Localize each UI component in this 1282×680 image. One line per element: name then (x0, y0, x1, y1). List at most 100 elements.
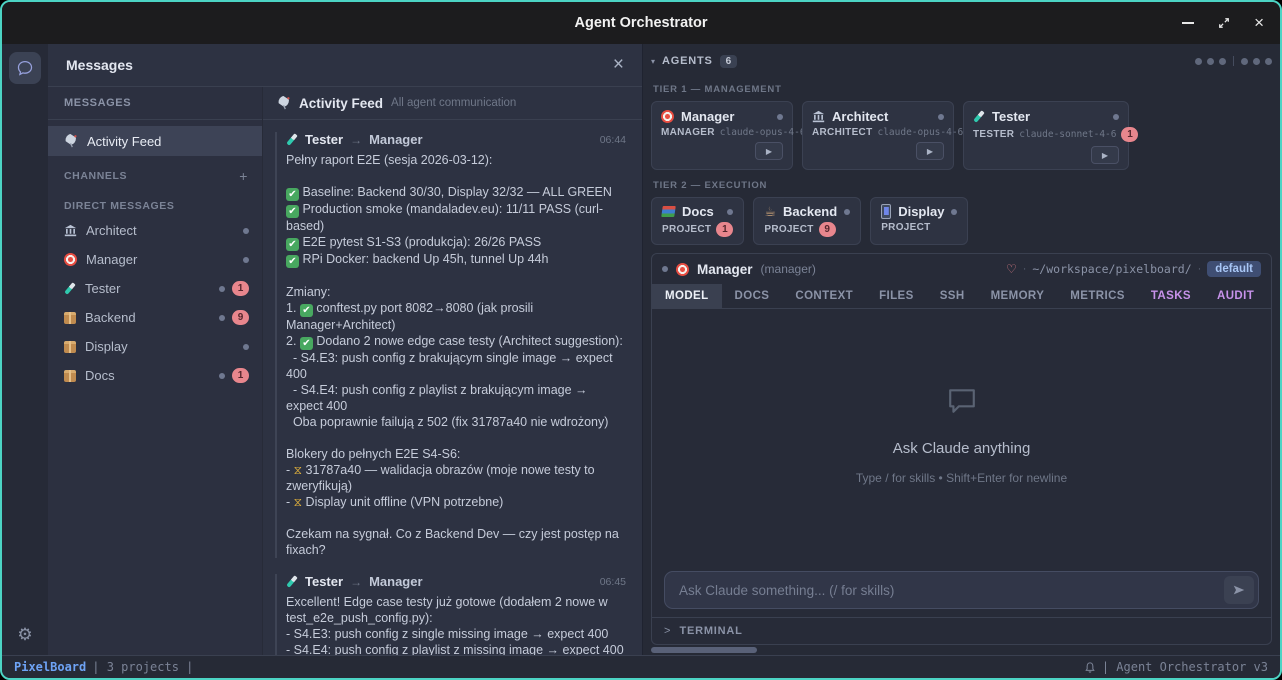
classical-building-icon (812, 110, 825, 123)
messages-rail-button[interactable] (9, 52, 41, 84)
status-dot (727, 209, 733, 215)
unread-badge: 1 (232, 368, 249, 383)
play-button[interactable]: ▶ (1091, 146, 1119, 164)
agent-role: ARCHITECT (812, 127, 872, 138)
agent-card-docs[interactable]: Docs PROJECT 1 (651, 197, 744, 245)
agent-name: Backend (783, 204, 837, 219)
unread-badge: 1 (1121, 127, 1138, 142)
play-button[interactable]: ▶ (916, 142, 944, 160)
titlebar: Agent Orchestrator × (2, 2, 1280, 44)
console-tabs: MODEL DOCS CONTEXT FILES SSH MEMORY METR… (652, 284, 1271, 309)
empty-state-title: Ask Claude anything (893, 440, 1031, 457)
agent-card-display[interactable]: Display PROJECT (870, 197, 968, 245)
messages-sidebar: MESSAGES Activity Feed CHANNELS + DIRECT… (48, 87, 263, 655)
prompt-input[interactable] (664, 571, 1259, 609)
sidebar-item-manager[interactable]: Manager (48, 245, 262, 274)
agent-card-manager[interactable]: Manager MANAGER claude-opus-4-6 ▶ (651, 101, 793, 170)
agents-label: AGENTS (662, 55, 713, 67)
sidebar-item-label: Architect (86, 223, 137, 238)
sidebar-item-backend[interactable]: Backend 9 (48, 303, 262, 332)
messages-close-button[interactable]: × (613, 54, 624, 76)
arrow-icon: → (350, 575, 362, 589)
direct-messages-label: DIRECT MESSAGES (64, 200, 175, 212)
app-window: Agent Orchestrator × ⚙ Messages × (0, 0, 1282, 680)
status-bar: PixelBoard | 3 projects | | Agent Orches… (2, 655, 1280, 678)
version-label: | Agent Orchestrator v3 (1102, 660, 1268, 674)
agents-status-dots (1195, 56, 1272, 66)
classical-building-icon (64, 224, 77, 237)
tab-audit[interactable]: AUDIT (1204, 284, 1267, 308)
package-icon (64, 370, 76, 382)
agent-name: Architect (832, 109, 888, 124)
sidebar-item-architect[interactable]: Architect (48, 216, 262, 245)
sidebar-channels-section: CHANNELS + (48, 156, 262, 188)
activity-feed: Activity Feed All agent communication Te… (263, 87, 642, 655)
tab-memory[interactable]: MEMORY (978, 284, 1058, 308)
agent-model: claude-opus-4-6 (877, 127, 963, 138)
status-dot (777, 114, 783, 120)
bell-icon[interactable] (1084, 661, 1096, 674)
horizontal-scrollbar[interactable] (651, 645, 1272, 655)
sidebar-item-label: Tester (85, 281, 120, 296)
sidebar-item-activity-feed[interactable]: Activity Feed (48, 126, 262, 156)
satellite-dish-icon (64, 134, 78, 148)
test-tube-icon (286, 133, 297, 146)
tab-ssh[interactable]: SSH (927, 284, 978, 308)
scrollbar-thumb[interactable] (651, 647, 757, 653)
status-dot (219, 373, 225, 379)
add-channel-button[interactable]: + (239, 168, 248, 184)
feed-message-list[interactable]: Tester → Manager 06:44 Pełny raport E2E … (263, 120, 642, 655)
console-agent-role: (manager) (761, 262, 816, 276)
settings-button[interactable]: ⚙ (17, 625, 32, 645)
tab-context[interactable]: CONTEXT (782, 284, 866, 308)
workspace-path: ~/workspace/pixelboard/ (1032, 262, 1191, 276)
unread-badge: 1 (232, 281, 249, 296)
prompt-input-area (652, 563, 1271, 617)
agent-model: claude-sonnet-4-6 (1019, 129, 1116, 140)
tab-docs[interactable]: DOCS (722, 284, 783, 308)
agent-role: MANAGER (661, 127, 715, 138)
sidebar-item-label: Manager (86, 252, 137, 267)
chat-bubble-icon (947, 388, 977, 414)
chevron-right-icon: > (664, 625, 670, 637)
tier2-label: TIER 2 — EXECUTION (653, 180, 1270, 191)
send-button[interactable] (1224, 576, 1254, 604)
agents-header[interactable]: ▾ AGENTS 6 (651, 48, 1272, 74)
profile-badge[interactable]: default (1207, 261, 1261, 277)
status-dot (243, 344, 249, 350)
close-button[interactable]: × (1254, 13, 1264, 33)
sidebar-item-label: Docs (85, 368, 115, 383)
separator-dot: · (1023, 263, 1027, 275)
terminal-section[interactable]: > TERMINAL (652, 617, 1271, 644)
status-dot (1113, 114, 1119, 120)
agent-card-tester[interactable]: Tester TESTER claude-sonnet-4-6 1 ▶ (963, 101, 1129, 170)
maximize-button[interactable] (1218, 17, 1230, 29)
gear-icon: ⚙ (17, 625, 32, 644)
app-name: PixelBoard (14, 660, 86, 674)
sidebar-item-docs[interactable]: Docs 1 (48, 361, 262, 390)
agent-model: claude-opus-4-6 (720, 127, 806, 138)
tier2-cards: Docs PROJECT 1 ☕ Backend PROJECT 9 Displ… (651, 197, 1272, 245)
target-icon (64, 253, 77, 266)
minimize-button[interactable] (1182, 22, 1194, 24)
agent-card-architect[interactable]: Architect ARCHITECT claude-opus-4-6 ▶ (802, 101, 954, 170)
tab-model[interactable]: MODEL (652, 284, 722, 308)
tab-files[interactable]: FILES (866, 284, 927, 308)
play-button[interactable]: ▶ (755, 142, 783, 160)
tier1-cards: Manager MANAGER claude-opus-4-6 ▶ Archit… (651, 101, 1272, 170)
sidebar-item-display[interactable]: Display (48, 332, 262, 361)
mobile-phone-icon (881, 204, 891, 219)
tab-tasks[interactable]: TASKS (1138, 284, 1204, 308)
test-tube-icon (973, 110, 984, 123)
satellite-dish-icon (277, 96, 291, 110)
sidebar-item-label: Activity Feed (87, 134, 161, 149)
tab-metrics[interactable]: METRICS (1057, 284, 1138, 308)
agent-card-backend[interactable]: ☕ Backend PROJECT 9 (753, 197, 861, 245)
package-icon (64, 312, 76, 324)
sidebar-item-tester[interactable]: Tester 1 (48, 274, 262, 303)
status-dot (1253, 58, 1260, 65)
console-agent-name: Manager (697, 262, 753, 277)
projects-count: | 3 projects | (92, 660, 193, 674)
heart-icon[interactable]: ♡ (1006, 262, 1017, 276)
messages-panel-header: Messages × (48, 44, 642, 87)
